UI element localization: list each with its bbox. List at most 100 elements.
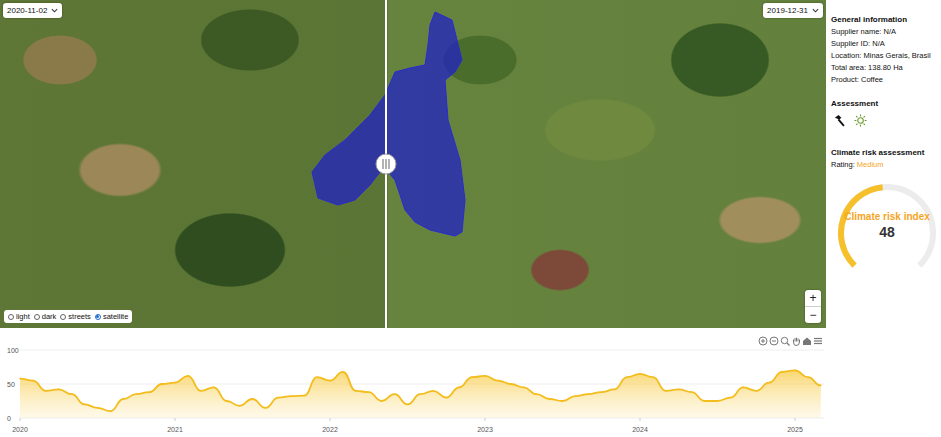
data-point[interactable] (639, 373, 641, 375)
data-point[interactable] (342, 371, 344, 373)
map[interactable]: 2020-11-02 2019-12-31 light dark streets sate… (0, 0, 826, 328)
data-point[interactable] (187, 375, 189, 377)
data-point[interactable] (588, 393, 590, 395)
chart-canvas[interactable]: 100500202020212022202320242025 (0, 328, 941, 437)
data-point[interactable] (45, 390, 47, 392)
data-point[interactable] (691, 391, 693, 393)
data-point[interactable] (136, 393, 138, 395)
magnifier-icon[interactable] (781, 337, 789, 345)
chevron-down-icon[interactable] (51, 7, 58, 14)
data-point[interactable] (252, 398, 254, 400)
data-point[interactable] (497, 380, 499, 382)
data-point[interactable] (730, 397, 732, 399)
data-point[interactable] (84, 404, 86, 406)
data-point[interactable] (704, 400, 706, 402)
data-point[interactable] (756, 390, 758, 392)
series-line[interactable] (20, 370, 821, 411)
data-point[interactable] (329, 380, 331, 382)
data-point[interactable] (652, 376, 654, 378)
risk-chart[interactable]: 100500202020212022202320242025 (0, 328, 941, 437)
data-point[interactable] (523, 387, 525, 389)
data-point[interactable] (626, 376, 628, 378)
data-point[interactable] (807, 376, 809, 378)
data-point[interactable] (484, 375, 486, 377)
data-point[interactable] (549, 398, 551, 400)
zoom-in-button[interactable]: + (805, 290, 821, 306)
radio-label[interactable]: streets (68, 312, 91, 321)
data-point[interactable] (19, 378, 21, 380)
data-point[interactable] (768, 382, 770, 384)
date-value[interactable]: 2020-11-02 (7, 6, 47, 15)
data-point[interactable] (148, 391, 150, 393)
pan-hand-icon[interactable] (794, 338, 800, 346)
x-tick: 2023 (477, 426, 493, 433)
data-point[interactable] (239, 405, 241, 407)
data-point[interactable] (820, 385, 822, 387)
data-point[interactable] (794, 370, 796, 372)
radio-dot[interactable] (60, 314, 66, 320)
radio-dot[interactable] (8, 314, 14, 320)
hammer-icon[interactable] (833, 114, 846, 127)
zoom-out-button[interactable]: − (805, 306, 821, 323)
base-layer-selector[interactable]: light dark streets satellite (4, 310, 132, 323)
data-point[interactable] (433, 390, 435, 392)
radio-dot[interactable] (34, 314, 40, 320)
slider-handle-icon[interactable] (375, 153, 397, 175)
radio-label[interactable]: light (16, 312, 30, 321)
data-point[interactable] (717, 400, 719, 402)
radio-dot[interactable] (95, 314, 101, 320)
base-layer-radio[interactable]: satellite (95, 312, 128, 321)
data-point[interactable] (665, 390, 667, 392)
farm-boundary[interactable] (0, 0, 826, 328)
base-layer-radio[interactable]: dark (34, 312, 57, 321)
data-point[interactable] (110, 410, 112, 412)
data-point[interactable] (601, 391, 603, 393)
data-point[interactable] (161, 383, 163, 385)
data-point[interactable] (536, 393, 538, 395)
zoom-in-icon[interactable] (759, 337, 767, 345)
data-point[interactable] (407, 404, 409, 406)
radio-label[interactable]: satellite (103, 312, 128, 321)
data-point[interactable] (394, 393, 396, 395)
data-point[interactable] (291, 395, 293, 397)
home-icon[interactable] (803, 338, 811, 346)
data-point[interactable] (613, 389, 615, 391)
data-point[interactable] (174, 382, 176, 384)
x-tick: 2022 (322, 426, 338, 433)
data-point[interactable] (278, 397, 280, 399)
data-point[interactable] (446, 397, 448, 399)
data-point[interactable] (303, 395, 305, 397)
data-point[interactable] (226, 400, 228, 402)
data-point[interactable] (316, 376, 318, 378)
data-point[interactable] (97, 407, 99, 409)
data-point[interactable] (743, 387, 745, 389)
data-point[interactable] (368, 391, 370, 393)
data-point[interactable] (458, 387, 460, 389)
data-point[interactable] (200, 390, 202, 392)
data-point[interactable] (510, 383, 512, 385)
data-point[interactable] (562, 400, 564, 402)
data-point[interactable] (32, 380, 34, 382)
data-point[interactable] (265, 407, 267, 409)
date-select[interactable]: 2019-12-31 (763, 3, 823, 18)
data-point[interactable] (471, 376, 473, 378)
radio-label[interactable]: dark (42, 312, 57, 321)
data-point[interactable] (58, 389, 60, 391)
date-select[interactable]: 2020-11-02 (3, 3, 62, 18)
data-point[interactable] (213, 387, 215, 389)
base-layer-radio[interactable]: streets (60, 312, 91, 321)
chevron-down-icon[interactable] (812, 7, 819, 14)
data-point[interactable] (123, 398, 125, 400)
sun-icon[interactable] (854, 114, 867, 127)
data-point[interactable] (678, 389, 680, 391)
data-point[interactable] (355, 390, 357, 392)
date-value[interactable]: 2019-12-31 (767, 6, 808, 15)
menu-icon[interactable] (814, 339, 822, 344)
data-point[interactable] (420, 393, 422, 395)
zoom-out-icon[interactable] (770, 337, 778, 345)
data-point[interactable] (381, 400, 383, 402)
data-point[interactable] (71, 393, 73, 395)
data-point[interactable] (575, 395, 577, 397)
data-point[interactable] (781, 371, 783, 373)
base-layer-radio[interactable]: light (8, 312, 30, 321)
